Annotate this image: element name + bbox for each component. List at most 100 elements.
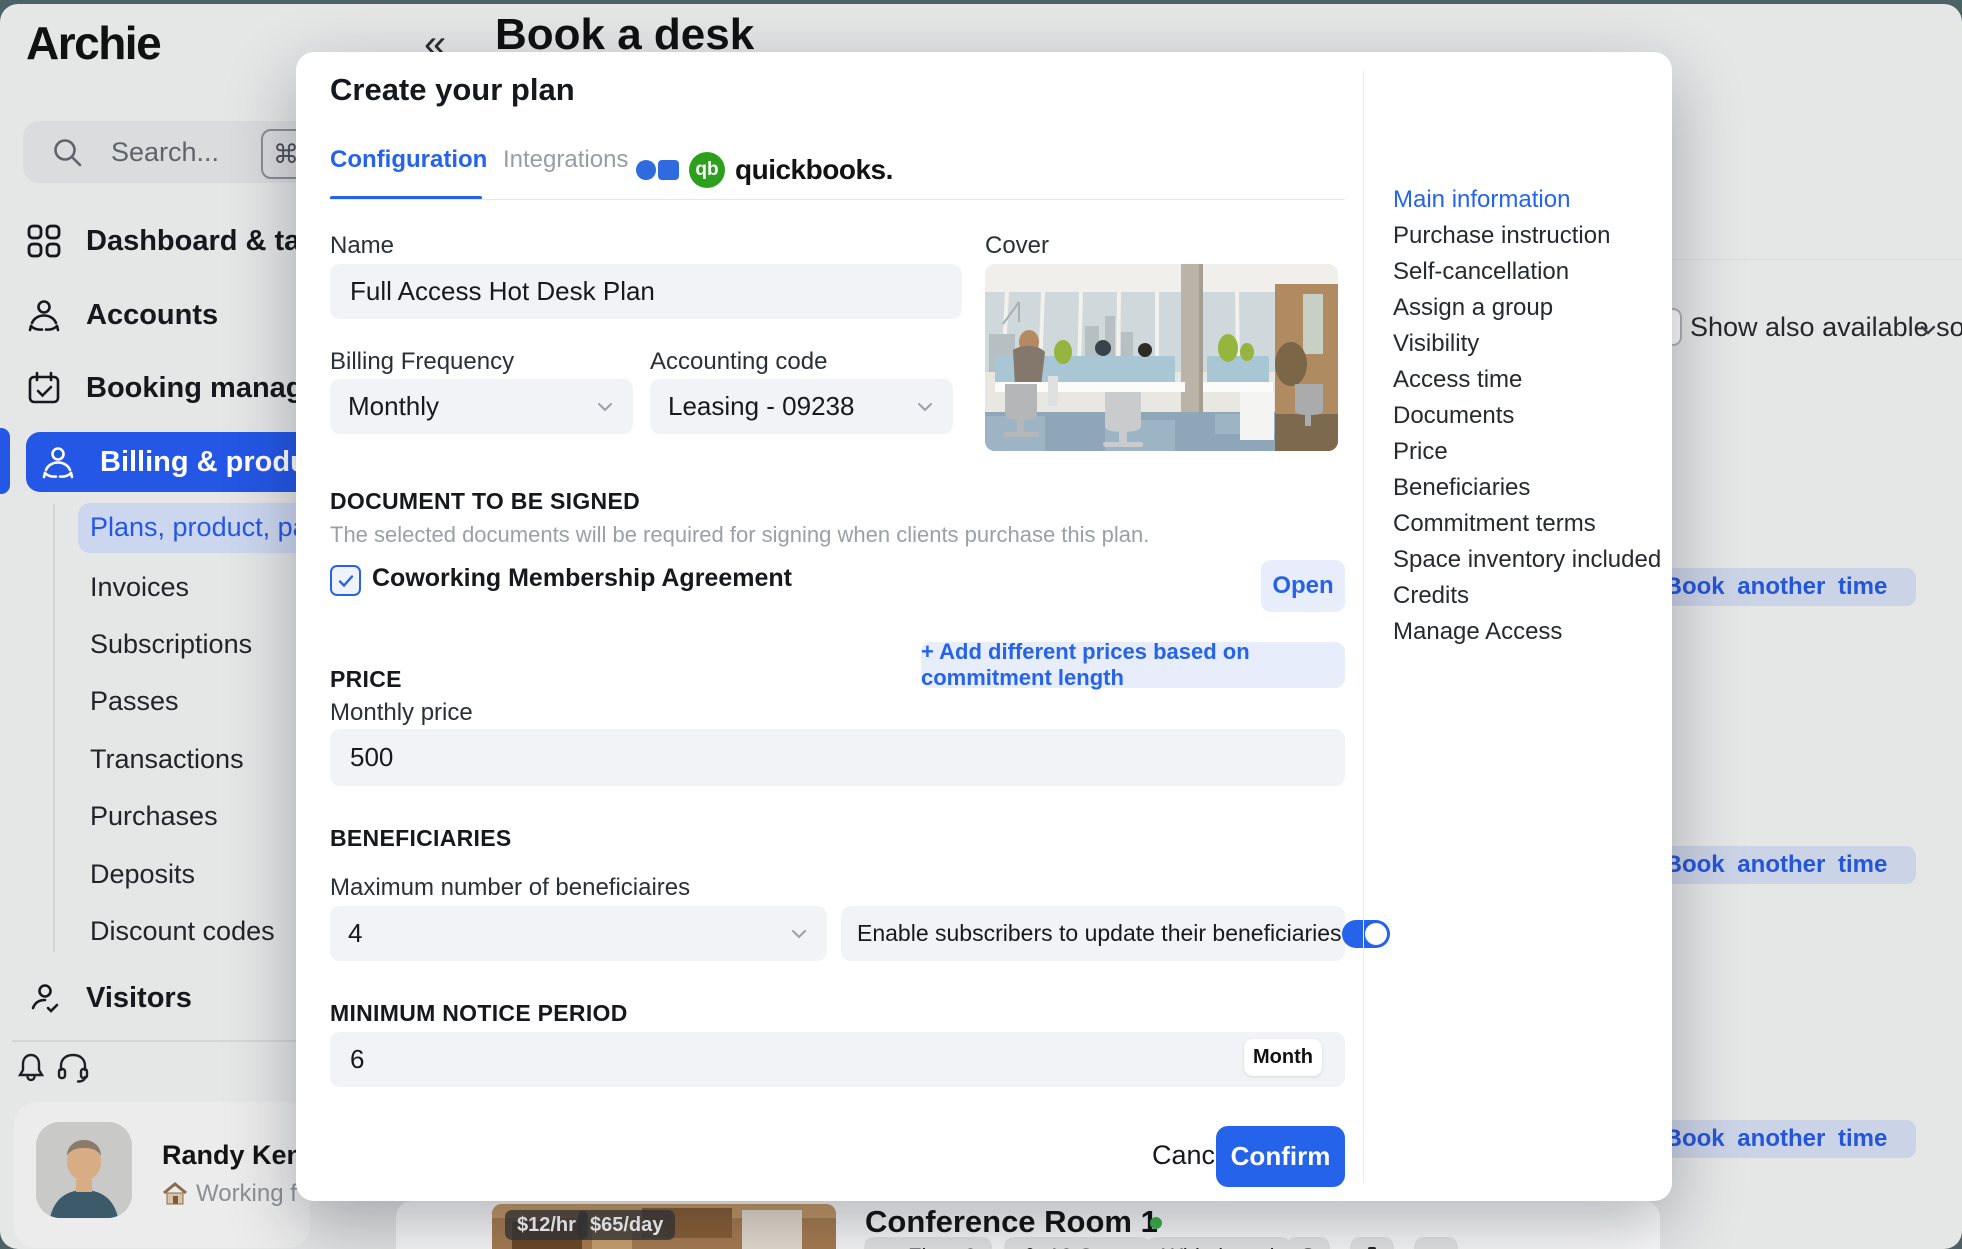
whiteboard-chip: Whiteboard (1146, 1237, 1291, 1249)
notice-period-field[interactable]: 6 (330, 1032, 1345, 1087)
document-name: Coworking Membership Agreement (372, 564, 792, 593)
max-beneficiaries-select[interactable]: 4 (330, 906, 827, 961)
price-per-day-badge: $65/day (578, 1210, 675, 1240)
confirm-button[interactable]: Confirm (1216, 1126, 1345, 1187)
accounting-code-select[interactable]: Leasing - 09238 (650, 379, 953, 434)
price-per-hour-badge: $12/hr (505, 1210, 588, 1240)
floor-chip: Floor 2 (864, 1237, 992, 1249)
headset-icon[interactable] (56, 1050, 90, 1084)
app-logo: Archie (26, 16, 160, 70)
sidebar-subitem-purchases[interactable]: Purchases (90, 794, 218, 838)
documents-section-description: The selected documents will be required … (330, 522, 1149, 548)
add-commitment-prices-button[interactable]: + Add different prices based on commitme… (921, 642, 1345, 688)
modal-nav-visibility[interactable]: Visibility (1393, 326, 1663, 362)
seats-chip: 12 Seats (1004, 1237, 1151, 1249)
beneficiaries-toggle-row: Enable subscribers to update their benef… (841, 906, 1345, 961)
billing-frequency-label: Billing Frequency (330, 348, 514, 376)
toggle-glyph-icon (636, 160, 679, 180)
sidebar-item-visitors[interactable]: Visitors (26, 969, 326, 1027)
calendar-check-icon (26, 370, 62, 406)
name-field[interactable]: Full Access Hot Desk Plan (330, 264, 962, 319)
tabs-divider (330, 199, 1345, 200)
check-icon (337, 572, 355, 590)
modal-nav-divider (1363, 70, 1364, 1183)
accounting-code-label: Accounting code (650, 348, 827, 376)
tab-integrations[interactable]: Integrations (503, 146, 628, 174)
modal-nav-credits[interactable]: Credits (1393, 578, 1663, 614)
sidebar-item-label: Booking manager (86, 372, 331, 405)
modal-nav-manage-access[interactable]: Manage Access (1393, 614, 1663, 650)
sidebar-subitem-subscriptions[interactable]: Subscriptions (90, 622, 252, 666)
availability-dot (1150, 1217, 1162, 1229)
bell-icon[interactable] (14, 1050, 48, 1084)
monthly-price-field[interactable]: 500 (330, 729, 1345, 786)
document-checkbox[interactable] (330, 565, 361, 596)
sidebar-subitem-deposits[interactable]: Deposits (90, 852, 195, 896)
notice-unit-selector[interactable]: Month (1244, 1039, 1322, 1076)
room-title: Conference Room 1 (865, 1204, 1158, 1240)
quickbooks-wordmark: quickbooks. (735, 154, 893, 186)
create-plan-modal: Create your plan Configuration Integrati… (296, 52, 1672, 1201)
open-document-button[interactable]: Open (1261, 560, 1345, 612)
documents-section-heading: DOCUMENT TO BE SIGNED (330, 488, 640, 515)
person-check-icon (26, 980, 62, 1016)
sidebar-subitem-invoices[interactable]: Invoices (90, 565, 189, 609)
cover-image[interactable] (985, 264, 1338, 451)
quickbooks-integration: qb quickbooks. (636, 152, 893, 188)
page-header-divider (1672, 259, 1962, 260)
name-label: Name (330, 232, 394, 260)
avatar (36, 1122, 132, 1218)
grid-icon (26, 223, 62, 259)
sidebar-item-label: Accounts (86, 299, 218, 332)
billing-frequency-select[interactable]: Monthly (330, 379, 633, 434)
beneficiaries-toggle[interactable] (1342, 920, 1390, 948)
screen: Archie Search... ⌘ Dashboard & task Acco… (0, 0, 1962, 1249)
chevron-down-icon (595, 397, 615, 417)
toggle-knob (1365, 923, 1387, 945)
cover-label: Cover (985, 232, 1049, 260)
sidebar-subitem-transactions[interactable]: Transactions (90, 737, 244, 781)
modal-nav-documents[interactable]: Documents (1393, 398, 1663, 434)
modal-nav-beneficiaries[interactable]: Beneficiaries (1393, 470, 1663, 506)
book-another-time-button[interactable]: Book another time (1636, 568, 1916, 606)
person-sync-icon (40, 444, 76, 480)
book-another-time-button[interactable]: Book another time (1636, 1120, 1916, 1158)
profile-status: Working f (162, 1180, 297, 1208)
clipboard-amenity-chip (1350, 1237, 1394, 1249)
price-section-heading: PRICE (330, 666, 402, 693)
person-sync-icon (26, 297, 62, 333)
headset-amenity-chip (1286, 1237, 1330, 1249)
modal-nav-commitment-terms[interactable]: Commitment terms (1393, 506, 1663, 542)
sidebar-divider (12, 1040, 310, 1042)
sidebar-subitem-discount-codes[interactable]: Discount codes (90, 909, 275, 953)
chevron-down-icon[interactable] (1918, 320, 1938, 340)
modal-nav-purchase-instruction[interactable]: Purchase instruction (1393, 218, 1663, 254)
active-nav-indicator (0, 428, 10, 494)
app-window: Archie Search... ⌘ Dashboard & task Acco… (0, 4, 1962, 1249)
tab-configuration[interactable]: Configuration (330, 146, 487, 174)
search-icon (51, 136, 85, 170)
modal-nav-space-inventory[interactable]: Space inventory included (1393, 542, 1663, 578)
house-icon (162, 1181, 188, 1207)
chevron-down-icon (789, 924, 809, 944)
modal-nav-main-information[interactable]: Main information (1393, 182, 1663, 218)
sidebar-item-booking-manager[interactable]: Booking manager (26, 359, 326, 417)
book-another-time-button[interactable]: Book another time (1636, 846, 1916, 884)
modal-nav-access-time[interactable]: Access time (1393, 362, 1663, 398)
sidebar-item-label: Visitors (86, 982, 192, 1015)
toggle-label: Enable subscribers to update their benef… (857, 920, 1342, 947)
sidebar-item-accounts[interactable]: Accounts (26, 286, 326, 344)
notice-section-heading: MINIMUM NOTICE PERIOD (330, 1000, 628, 1027)
max-beneficiaries-label: Maximum number of beneficiaires (330, 874, 690, 902)
profile-name: Randy Kent (162, 1140, 312, 1171)
quickbooks-logo-icon: qb (689, 152, 725, 188)
screen-amenity-chip (1414, 1237, 1458, 1249)
modal-nav-assign-a-group[interactable]: Assign a group (1393, 290, 1663, 326)
search-placeholder: Search... (111, 137, 219, 168)
sidebar-item-dashboard[interactable]: Dashboard & task (26, 212, 326, 270)
chevron-down-icon (915, 397, 935, 417)
modal-nav-price[interactable]: Price (1393, 434, 1663, 470)
sidebar-subitem-passes[interactable]: Passes (90, 679, 179, 723)
modal-section-nav: Main information Purchase instruction Se… (1393, 182, 1663, 650)
modal-nav-self-cancellation[interactable]: Self-cancellation (1393, 254, 1663, 290)
